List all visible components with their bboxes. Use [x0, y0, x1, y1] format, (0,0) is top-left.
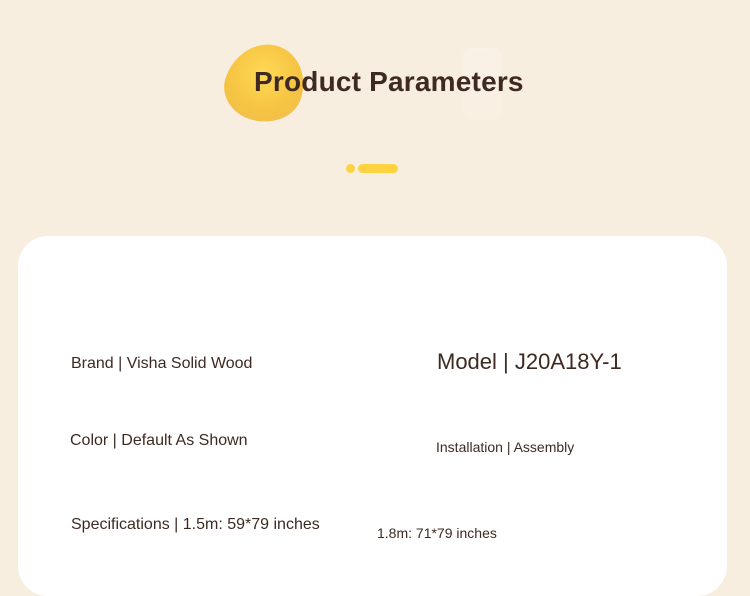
- model-parameter: Model | J20A18Y-1: [437, 349, 622, 374]
- indicator-dot: [346, 164, 355, 173]
- page-header: Product Parameters: [0, 0, 750, 140]
- specifications-parameter: Specifications | 1.5m: 59*79 inches: [71, 516, 320, 533]
- specifications-secondary: 1.8m: 71*79 inches: [377, 525, 497, 541]
- color-parameter: Color | Default As Shown: [70, 432, 248, 449]
- installation-parameter: Installation | Assembly: [436, 439, 575, 455]
- section-indicator: [346, 164, 406, 173]
- parameters-card: Brand | Visha Solid Wood Model | J20A18Y…: [18, 236, 727, 596]
- indicator-bar: [358, 164, 398, 173]
- brand-parameter: Brand | Visha Solid Wood: [71, 355, 253, 372]
- page-title: Product Parameters: [254, 66, 524, 97]
